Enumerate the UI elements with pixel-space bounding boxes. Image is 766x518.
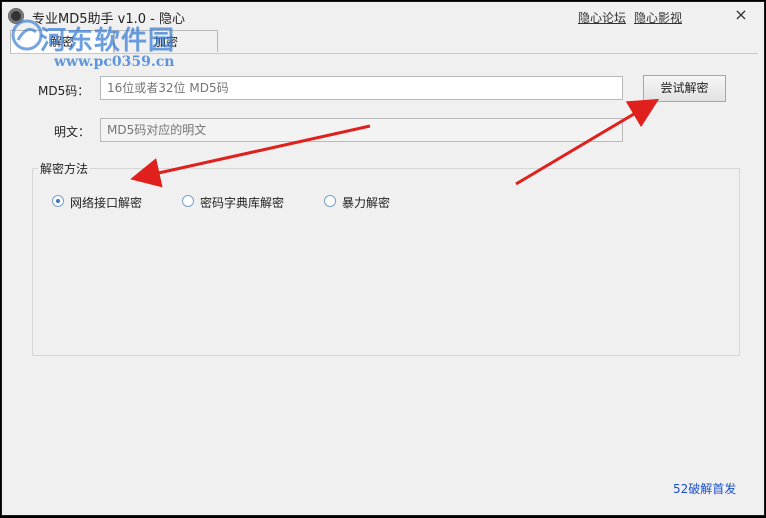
plaintext-output[interactable] [100,118,623,142]
film-link[interactable]: 隐心影视 [634,9,682,26]
window-title: 专业MD5助手 v1.0 - 隐心 [32,12,185,27]
plaintext-label: 明文： [54,125,91,139]
tab-panel-border [10,53,758,54]
md5-input[interactable] [100,76,623,100]
tab-decrypt[interactable]: 解密 [10,30,114,54]
radio-label: 暴力解密 [342,196,391,210]
radio-label: 密码字典库解密 [200,196,285,210]
app-logo-icon [8,8,24,24]
tab-encrypt[interactable]: 加密 [114,30,218,52]
close-button[interactable]: × [726,4,756,26]
md5-label: MD5码： [38,84,90,98]
forum-link[interactable]: 隐心论坛 [578,9,626,26]
radio-unselected-icon [324,195,336,207]
app-window: 专业MD5助手 v1.0 - 隐心 隐心论坛 隐心影视 × 解密 加密 MD5码… [1,1,765,516]
decrypt-method-title: 解密方法 [38,160,91,177]
try-decrypt-button[interactable]: 尝试解密 [643,75,726,102]
radio-label: 网络接口解密 [70,196,143,210]
title-bar: 专业MD5助手 v1.0 - 隐心 隐心论坛 隐心影视 × [2,2,764,30]
radio-selected-icon [52,195,64,207]
credit-link[interactable]: 52破解首发 [673,480,736,497]
radio-unselected-icon [182,195,194,207]
watermark-url: www.pc0359.cn [54,54,175,70]
